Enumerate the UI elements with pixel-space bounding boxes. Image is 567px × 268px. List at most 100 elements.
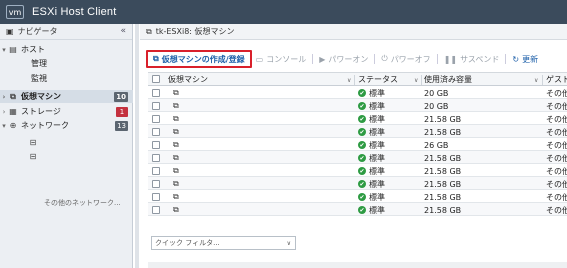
table-row[interactable]: ⧉ ✔ 標準 20 GB その他 [148, 86, 567, 99]
row-checkbox[interactable] [152, 167, 160, 175]
vm-guest-cell: その他 [546, 151, 567, 165]
vm-name-cell[interactable]: ⧉ [168, 203, 354, 217]
column-header-name[interactable]: 仮想マシン [168, 72, 354, 86]
sidebar-item-network-switch-1[interactable]: ⊟ [0, 136, 133, 149]
vm-status-cell: ✔ 標準 [358, 190, 424, 204]
row-select-cell [152, 125, 162, 139]
sort-chevron-icon[interactable]: ∨ [347, 77, 351, 84]
vm-used-space-cell: 21.58 GB [424, 164, 542, 178]
sidebar-item-network[interactable]: ▾ ⊕ ネットワーク 13 [0, 119, 133, 132]
table-row[interactable]: ⧉ ✔ 標準 20 GB その他 [148, 99, 567, 112]
vm-name-cell[interactable]: ⧉ [168, 177, 354, 191]
console-icon: ▭ [255, 54, 264, 64]
column-header-guest[interactable]: ゲスト [546, 72, 567, 86]
table-row[interactable]: ⧉ ✔ 標準 21.58 GB その他 [148, 177, 567, 190]
power-on-button[interactable]: ▶ パワーオン [315, 52, 372, 66]
used-space-text: 26 GB [424, 140, 449, 150]
vm-name-cell[interactable]: ⧉ [168, 138, 354, 152]
row-checkbox[interactable] [152, 206, 160, 214]
row-select-cell [152, 203, 162, 217]
status-text: 標準 [369, 166, 385, 176]
console-button[interactable]: ▭ コンソール [252, 52, 311, 66]
power-off-button[interactable]: ⏻ パワーオフ [377, 52, 434, 66]
vm-icon: ⧉ [173, 114, 179, 123]
table-row[interactable]: ⧉ ✔ 標準 21.58 GB その他 [148, 164, 567, 177]
vm-name-cell[interactable]: ⧉ [168, 86, 354, 100]
more-networks-link[interactable]: その他のネットワーク... [44, 198, 121, 208]
status-text: 標準 [369, 205, 385, 215]
table-row[interactable]: ⧉ ✔ 標準 21.58 GB その他 [148, 125, 567, 138]
status-text: 標準 [369, 127, 385, 137]
used-space-text: 21.58 GB [424, 153, 462, 163]
sidebar-item-label: ホスト [21, 45, 45, 54]
sort-chevron-icon[interactable]: ∨ [534, 77, 538, 84]
table-row[interactable]: ⧉ ✔ 標準 21.58 GB その他 [148, 151, 567, 164]
row-checkbox[interactable] [152, 89, 160, 97]
sidebar-item-manage[interactable]: 管理 [0, 57, 133, 70]
sidebar-item-host[interactable]: ▾ ▤ ホスト [0, 43, 133, 56]
table-row[interactable]: ⧉ ✔ 標準 26 GB その他 [148, 138, 567, 151]
vm-icon: ⧉ [173, 153, 179, 162]
check-circle-icon: ✔ [358, 128, 366, 136]
create-register-vm-button[interactable]: ⧉ 仮想マシンの作成/登録 [146, 50, 252, 68]
check-circle-icon: ✔ [358, 180, 366, 188]
vm-name-cell[interactable]: ⧉ [168, 99, 354, 113]
vm-name-cell[interactable]: ⧉ [168, 125, 354, 139]
status-text: 標準 [369, 114, 385, 124]
collapse-sidebar-button[interactable]: « [120, 26, 126, 36]
sort-chevron-icon[interactable]: ∨ [414, 77, 418, 84]
table-row[interactable]: ⧉ ✔ 標準 21.58 GB その他 [148, 190, 567, 203]
row-checkbox[interactable] [152, 102, 160, 110]
switch-icon: ⊟ [29, 152, 37, 161]
expand-icon[interactable]: › [0, 108, 8, 116]
sidebar-scrollbar[interactable] [135, 24, 139, 268]
vm-icon: ⧉ [173, 88, 179, 97]
vm-name-cell[interactable]: ⧉ [168, 151, 354, 165]
row-checkbox[interactable] [152, 154, 160, 162]
guest-text: その他 [546, 88, 567, 98]
vm-table: 仮想マシン ∨ ステータス ∨ 使用済み容量 ∨ ゲスト ⧉ ✔ 標準 20 GB その… [148, 72, 567, 216]
expand-icon[interactable]: › [0, 93, 8, 101]
top-bar: vm ESXi Host Client [0, 0, 567, 24]
suspend-button[interactable]: ❚❚ サスペンド [440, 52, 504, 66]
row-checkbox[interactable] [152, 193, 160, 201]
vm-name-cell[interactable]: ⧉ [168, 112, 354, 126]
vm-guest-cell: その他 [546, 86, 567, 100]
vm-status-cell: ✔ 標準 [358, 164, 424, 178]
expand-icon[interactable]: ▾ [0, 122, 8, 130]
vm-icon: ⧉ [173, 179, 179, 188]
row-checkbox[interactable] [152, 128, 160, 136]
row-checkbox[interactable] [152, 141, 160, 149]
sidebar-item-vms[interactable]: › ⧉ 仮想マシン 10 [0, 90, 133, 103]
quick-filter-select[interactable]: クイック フィルタ... ∨ [151, 236, 296, 250]
table-row[interactable]: ⧉ ✔ 標準 21.58 GB その他 [148, 203, 567, 216]
row-checkbox[interactable] [152, 115, 160, 123]
check-circle-icon: ✔ [358, 154, 366, 162]
guest-text: その他 [546, 101, 567, 111]
table-row[interactable]: ⧉ ✔ 標準 21.58 GB その他 [148, 112, 567, 125]
vm-count-badge: 10 [114, 91, 128, 102]
vm-name-cell[interactable]: ⧉ [168, 190, 354, 204]
vm-guest-cell: その他 [546, 112, 567, 126]
button-label: パワーオン [328, 54, 369, 64]
storage-count-badge: 1 [116, 106, 128, 117]
column-divider [542, 75, 543, 85]
table-header: 仮想マシン ∨ ステータス ∨ 使用済み容量 ∨ ゲスト [148, 72, 567, 86]
column-divider [354, 75, 355, 85]
sidebar-item-network-switch-2[interactable]: ⊟ [0, 150, 133, 163]
row-select-cell [152, 86, 162, 100]
refresh-button[interactable]: ↻ 更新 [508, 52, 542, 66]
vm-name-cell[interactable]: ⧉ [168, 164, 354, 178]
column-header-used[interactable]: 使用済み容量 [424, 72, 542, 86]
navigator-sidebar: ▣ ナビゲータ « ▾ ▤ ホスト 管理 監視 › ⧉ 仮想マシン 10 › ▦… [0, 24, 133, 268]
table-scrollbar[interactable] [148, 262, 567, 268]
button-label: 仮想マシンの作成/登録 [161, 54, 245, 64]
sidebar-item-storage[interactable]: › ▦ ストレージ 1 [0, 105, 133, 118]
expand-icon[interactable]: ▾ [0, 46, 8, 54]
select-all-checkbox[interactable] [152, 75, 160, 83]
row-checkbox[interactable] [152, 180, 160, 188]
table-body: ⧉ ✔ 標準 20 GB その他 ⧉ ✔ 標準 20 GB その他 ⧉ ✔ 標準 21.58 GB その他 ⧉… [148, 86, 567, 216]
column-label: ステータス [358, 74, 398, 84]
sidebar-item-monitor[interactable]: 監視 [0, 72, 133, 85]
guest-text: その他 [546, 166, 567, 176]
